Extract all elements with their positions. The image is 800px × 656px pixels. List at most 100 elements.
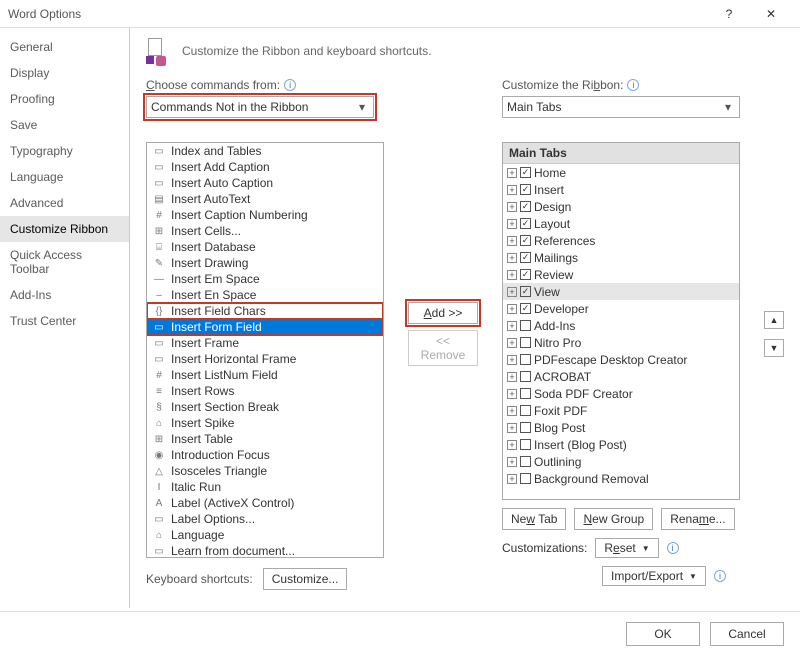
new-group-button[interactable]: New Group — [574, 508, 653, 530]
sidebar-item-save[interactable]: Save — [0, 112, 129, 138]
expand-icon[interactable]: + — [507, 304, 517, 314]
command-item[interactable]: ⌂Insert Spike — [147, 415, 383, 431]
tab-tree-item[interactable]: +Outlining — [503, 453, 739, 470]
tab-tree-item[interactable]: +Review — [503, 266, 739, 283]
tab-tree-item[interactable]: +Foxit PDF — [503, 402, 739, 419]
tab-tree-item[interactable]: +Insert — [503, 181, 739, 198]
command-item[interactable]: ▭Index and Tables — [147, 143, 383, 159]
sidebar-item-qat[interactable]: Quick Access Toolbar — [0, 242, 129, 282]
tab-checkbox[interactable] — [520, 303, 531, 314]
command-item[interactable]: –Insert En Space — [147, 287, 383, 303]
tab-checkbox[interactable] — [520, 235, 531, 246]
command-item[interactable]: —Insert Em Space — [147, 271, 383, 287]
customize-shortcuts-button[interactable]: Customize... — [263, 568, 348, 590]
tab-tree-item[interactable]: +Insert (Blog Post) — [503, 436, 739, 453]
command-item[interactable]: ◉Introduction Focus — [147, 447, 383, 463]
tab-checkbox[interactable] — [520, 473, 531, 484]
commands-from-select[interactable]: Commands Not in the Ribbon ▾ — [146, 96, 374, 118]
tab-checkbox[interactable] — [520, 439, 531, 450]
command-item[interactable]: ▭Insert Auto Caption — [147, 175, 383, 191]
command-item[interactable]: ▭Label Options... — [147, 511, 383, 527]
move-up-button[interactable]: ▲ — [764, 311, 784, 329]
expand-icon[interactable]: + — [507, 474, 517, 484]
sidebar-item-customize-ribbon[interactable]: Customize Ribbon — [0, 216, 129, 242]
tab-checkbox[interactable] — [520, 201, 531, 212]
expand-icon[interactable]: + — [507, 185, 517, 195]
ribbon-tabs-tree[interactable]: Main Tabs +Home+Insert+Design+Layout+Ref… — [502, 142, 740, 500]
tab-tree-item[interactable]: +Design — [503, 198, 739, 215]
rename-button[interactable]: Rename... — [661, 508, 734, 530]
tab-checkbox[interactable] — [520, 184, 531, 195]
command-item[interactable]: ≡Insert Rows — [147, 383, 383, 399]
expand-icon[interactable]: + — [507, 389, 517, 399]
tab-checkbox[interactable] — [520, 422, 531, 433]
command-item[interactable]: #Insert Caption Numbering — [147, 207, 383, 223]
expand-icon[interactable]: + — [507, 168, 517, 178]
expand-icon[interactable]: + — [507, 219, 517, 229]
command-item[interactable]: △Isosceles Triangle — [147, 463, 383, 479]
tab-tree-item[interactable]: +Nitro Pro — [503, 334, 739, 351]
command-item[interactable]: ▭Learn from document... — [147, 543, 383, 557]
info-icon[interactable]: i — [627, 79, 639, 91]
tab-checkbox[interactable] — [520, 337, 531, 348]
expand-icon[interactable]: + — [507, 321, 517, 331]
expand-icon[interactable]: + — [507, 355, 517, 365]
expand-icon[interactable]: + — [507, 287, 517, 297]
expand-icon[interactable]: + — [507, 270, 517, 280]
tab-checkbox[interactable] — [520, 269, 531, 280]
sidebar-item-trust-center[interactable]: Trust Center — [0, 308, 129, 334]
expand-icon[interactable]: + — [507, 423, 517, 433]
command-item[interactable]: ▭Insert Horizontal Frame — [147, 351, 383, 367]
reset-button[interactable]: Reset▼ — [595, 538, 658, 558]
sidebar-item-advanced[interactable]: Advanced — [0, 190, 129, 216]
tab-tree-item[interactable]: +Mailings — [503, 249, 739, 266]
expand-icon[interactable]: + — [507, 202, 517, 212]
command-item[interactable]: #Insert ListNum Field — [147, 367, 383, 383]
sidebar-item-language[interactable]: Language — [0, 164, 129, 190]
new-tab-button[interactable]: New Tab — [502, 508, 566, 530]
command-item[interactable]: ⌸Insert Database — [147, 239, 383, 255]
tab-tree-item[interactable]: +PDFescape Desktop Creator — [503, 351, 739, 368]
import-export-button[interactable]: Import/Export▼ — [602, 566, 706, 586]
move-down-button[interactable]: ▼ — [764, 339, 784, 357]
tab-tree-item[interactable]: +Blog Post — [503, 419, 739, 436]
tab-tree-item[interactable]: +Add-Ins — [503, 317, 739, 334]
tab-checkbox[interactable] — [520, 320, 531, 331]
expand-icon[interactable]: + — [507, 457, 517, 467]
tab-tree-item[interactable]: +Background Removal — [503, 470, 739, 487]
add-button[interactable]: Add >> — [408, 302, 478, 324]
command-item[interactable]: IItalic Run — [147, 479, 383, 495]
info-icon[interactable]: i — [667, 542, 679, 554]
tab-checkbox[interactable] — [520, 456, 531, 467]
command-item[interactable]: ▭Insert Frame — [147, 335, 383, 351]
tab-tree-item[interactable]: +Home — [503, 164, 739, 181]
command-item[interactable]: {}Insert Field Chars — [147, 303, 383, 319]
tab-checkbox[interactable] — [520, 167, 531, 178]
expand-icon[interactable]: + — [507, 253, 517, 263]
command-item[interactable]: ▤Insert AutoText — [147, 191, 383, 207]
sidebar-item-typography[interactable]: Typography — [0, 138, 129, 164]
command-item[interactable]: ▭Insert Add Caption — [147, 159, 383, 175]
ok-button[interactable]: OK — [626, 622, 700, 646]
command-item[interactable]: ALabel (ActiveX Control) — [147, 495, 383, 511]
command-item[interactable]: ▭Insert Form Field — [147, 319, 383, 335]
command-item[interactable]: ✎Insert Drawing — [147, 255, 383, 271]
expand-icon[interactable]: + — [507, 372, 517, 382]
command-item[interactable]: ⌂Language — [147, 527, 383, 543]
expand-icon[interactable]: + — [507, 236, 517, 246]
tab-tree-item[interactable]: +ACROBAT — [503, 368, 739, 385]
command-item[interactable]: ⊞Insert Cells... — [147, 223, 383, 239]
tab-tree-item[interactable]: +Developer — [503, 300, 739, 317]
sidebar-item-addins[interactable]: Add-Ins — [0, 282, 129, 308]
ribbon-scope-select[interactable]: Main Tabs ▾ — [502, 96, 740, 118]
help-button[interactable]: ? — [708, 0, 750, 28]
close-button[interactable]: ✕ — [750, 0, 792, 28]
tab-checkbox[interactable] — [520, 388, 531, 399]
tab-checkbox[interactable] — [520, 286, 531, 297]
command-item[interactable]: §Insert Section Break — [147, 399, 383, 415]
tab-tree-item[interactable]: +References — [503, 232, 739, 249]
commands-listbox[interactable]: ▭Index and Tables▭Insert Add Caption▭Ins… — [146, 142, 384, 558]
tab-checkbox[interactable] — [520, 354, 531, 365]
expand-icon[interactable]: + — [507, 406, 517, 416]
expand-icon[interactable]: + — [507, 440, 517, 450]
